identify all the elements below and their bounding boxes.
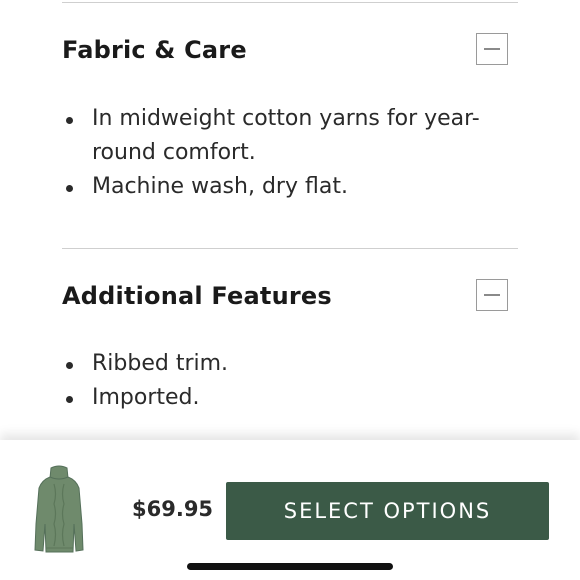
fabric-care-collapse-toggle[interactable]	[476, 33, 508, 65]
additional-features-title[interactable]: Additional Features	[62, 282, 332, 310]
list-item: In midweight cotton yarns for year-round…	[62, 102, 502, 170]
additional-features-list: Ribbed trim. Imported.	[62, 347, 502, 415]
sticky-purchase-bar: $69.95 SELECT OPTIONS	[0, 440, 580, 580]
section-divider-top	[62, 2, 518, 3]
product-price: $69.95	[132, 497, 214, 521]
list-item: Ribbed trim.	[62, 347, 502, 381]
product-details-page: Fabric & Care In midweight cotton yarns …	[0, 0, 580, 580]
home-indicator[interactable]	[187, 563, 393, 570]
list-item: Machine wash, dry flat.	[62, 170, 502, 204]
minus-icon	[484, 294, 500, 296]
select-options-button[interactable]: SELECT OPTIONS	[226, 482, 549, 540]
fabric-care-list: In midweight cotton yarns for year-round…	[62, 102, 502, 204]
minus-icon	[484, 48, 500, 50]
sweater-thumbnail-icon[interactable]	[32, 464, 86, 556]
bullet-icon	[66, 396, 73, 403]
bullet-icon	[66, 117, 73, 124]
additional-features-collapse-toggle[interactable]	[476, 279, 508, 311]
section-divider	[62, 248, 518, 249]
bullet-icon	[66, 185, 73, 192]
list-item: Imported.	[62, 381, 502, 415]
bullet-icon	[66, 362, 73, 369]
fabric-care-title[interactable]: Fabric & Care	[62, 36, 247, 64]
